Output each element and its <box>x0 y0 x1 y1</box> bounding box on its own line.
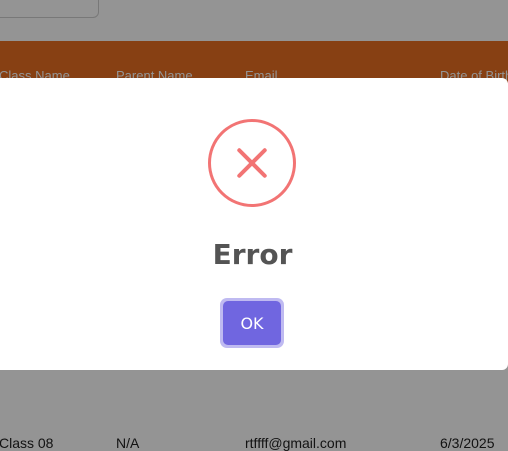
dialog-title: Error <box>212 238 293 271</box>
error-x-icon <box>208 119 296 207</box>
ok-button-focus-ring: OK <box>220 298 284 348</box>
ok-button[interactable]: OK <box>223 301 281 345</box>
error-dialog: Error OK <box>0 78 508 370</box>
